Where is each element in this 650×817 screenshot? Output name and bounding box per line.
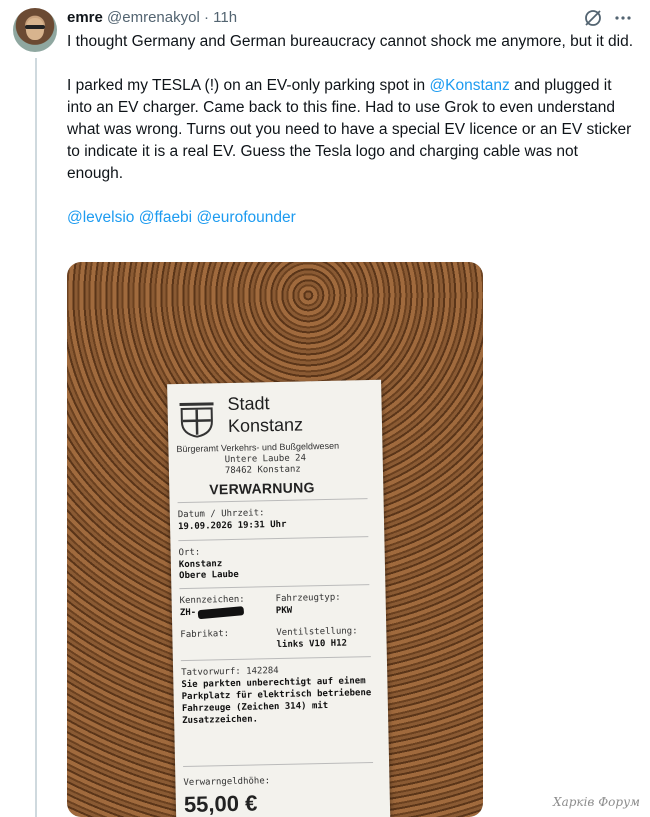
vehicle-type-label: Fahrzeugtyp: [275, 592, 341, 605]
offense-line-3: Fahrzeuge (Zeichen 314) mit [181, 700, 329, 715]
avatar[interactable] [13, 8, 57, 52]
plate-value: ZH- [179, 607, 197, 619]
mention-eurofounder[interactable]: @eurofounder [196, 209, 295, 226]
receipt-divider [180, 656, 371, 662]
more-icon[interactable] [612, 7, 634, 29]
receipt-office: Bürgeramt Verkehrs- und Bußgeldwesen [176, 440, 340, 455]
receipt-divider [178, 536, 369, 542]
tweet-text: I thought Germany and German bureaucracy… [67, 31, 637, 229]
tweet-paragraph-2: I parked my TESLA (!) on an EV-only park… [67, 75, 637, 185]
receipt-title: VERWARNUNG [209, 479, 315, 498]
place-line-2: Obere Laube [179, 569, 239, 582]
fine-amount: 55,00 € [183, 790, 258, 817]
mention-konstanz[interactable]: @Konstanz [429, 77, 509, 94]
place-label: Ort: [178, 547, 201, 559]
tweet-paragraph-1: I thought Germany and German bureaucracy… [67, 33, 634, 50]
date-label: Datum / Uhrzeit: [177, 508, 265, 521]
plate-label: Kennzeichen: [179, 594, 245, 607]
author-handle[interactable]: @emrenakyol [107, 9, 200, 26]
tweet-mentions: @levelsio @ffaebi @eurofounder [67, 207, 637, 229]
valve-label: Ventilstellung: [276, 626, 358, 639]
receipt-city-line-2: Konstanz [227, 414, 304, 437]
separator-dot: · [203, 9, 209, 26]
mention-levelsio[interactable]: @levelsio [67, 209, 134, 226]
offense-label: Tatvorwurf: 142284 [181, 666, 279, 679]
mention-ffaebi[interactable]: @ffaebi [139, 209, 192, 226]
amount-label: Verwarngeldhöhe: [183, 776, 271, 789]
grok-icon[interactable] [582, 7, 604, 29]
date-value: 19.09.2026 19:31 Uhr [177, 519, 287, 533]
tweet-text-segment: I parked my TESLA (!) on an EV-only park… [67, 77, 430, 94]
receipt-city-line-1: Stadt [227, 393, 270, 415]
receipt-divider [183, 762, 374, 768]
tweet-photo[interactable]: Stadt Konstanz Bürgeramt Verkehrs- und B… [67, 262, 483, 817]
receipt-divider [179, 584, 370, 590]
valve-value: links V10 H12 [276, 638, 348, 651]
receipt-city: Stadt Konstanz [227, 391, 303, 437]
receipt-divider [177, 498, 368, 504]
plate-redaction [197, 606, 245, 620]
avatar-glasses [25, 25, 45, 29]
offense-line-4: Zusatzzeichen. [182, 714, 259, 727]
watermark: Харків Форум [553, 795, 640, 809]
post-time[interactable]: 11h [213, 9, 237, 26]
avatar-face [26, 18, 44, 40]
thread-line [35, 58, 37, 817]
author-name[interactable]: emre [67, 9, 103, 26]
make-label: Fabrikat: [180, 629, 230, 641]
tweet-header: emre @emrenakyol · 11h [67, 8, 237, 28]
vehicle-type-value: PKW [275, 605, 293, 617]
fine-receipt: Stadt Konstanz Bürgeramt Verkehrs- und B… [167, 379, 391, 817]
receipt-zip: 78462 Konstanz [224, 464, 301, 477]
konstanz-crest-icon [179, 402, 214, 438]
